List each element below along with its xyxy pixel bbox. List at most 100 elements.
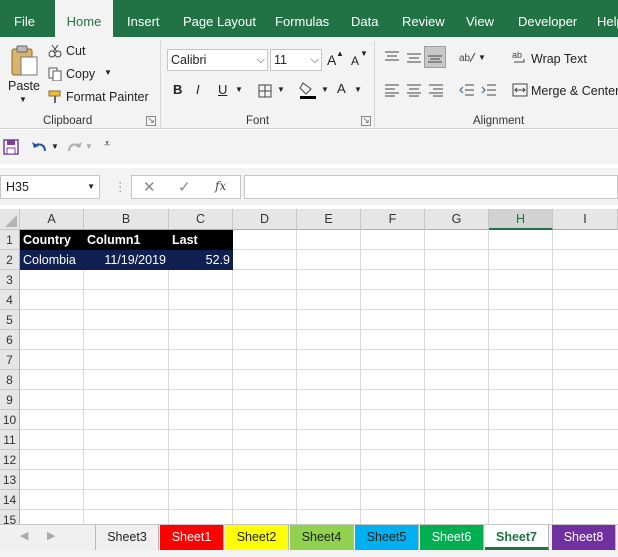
tab-file[interactable]: File [14,0,35,37]
fill-color-dropdown-icon[interactable]: ▼ [321,85,329,94]
align-right-icon[interactable] [428,83,444,97]
column-header-c[interactable]: C [169,209,233,230]
redo-dropdown-icon[interactable]: ▼ [85,142,93,151]
sheet-tab-sheet4[interactable]: Sheet4 [290,525,354,550]
borders-icon[interactable] [258,84,272,98]
scroll-tabs-right-icon[interactable]: ▶ [47,529,55,542]
column-header-b[interactable]: B [84,209,169,230]
cell-b1[interactable]: Column1 [84,230,169,250]
row-header-10[interactable]: 10 [0,410,20,430]
cell-c1[interactable]: Last [169,230,233,250]
row-header-4[interactable]: 4 [0,290,20,310]
column-header-e[interactable]: E [297,209,361,230]
formula-input[interactable] [244,175,618,199]
shrink-font-button[interactable]: A [351,54,359,68]
cell-a2[interactable]: Colombia [20,250,84,270]
row-header-2[interactable]: 2 [0,250,20,270]
worksheet-grid[interactable]: A B C D E F G H I 1 2 3 4 5 6 7 8 9 10 1… [0,209,618,524]
italic-button[interactable]: I [196,82,200,97]
row-header-6[interactable]: 6 [0,330,20,350]
row-header-13[interactable]: 13 [0,470,20,490]
font-launcher-icon[interactable]: ↘ [361,116,371,126]
select-all-corner[interactable] [0,209,20,230]
cut-button[interactable]: Cut [66,44,85,58]
align-left-icon[interactable] [384,83,400,97]
copy-dropdown-icon[interactable]: ▼ [104,68,112,77]
gridline [168,230,169,524]
underline-button[interactable]: U [218,82,227,97]
insert-function-icon[interactable]: fx [215,179,226,193]
paste-button[interactable]: Paste ▼ [4,43,42,109]
redo-icon[interactable] [65,139,83,155]
undo-icon[interactable] [31,139,49,155]
row-header-8[interactable]: 8 [0,370,20,390]
scroll-tabs-left-icon[interactable]: ◀ [20,529,28,542]
row-header-9[interactable]: 9 [0,390,20,410]
column-header-g[interactable]: G [425,209,489,230]
gridline [360,230,361,524]
enter-icon[interactable]: ✓ [178,178,191,196]
font-size-select[interactable]: 11 ⌵ [270,49,322,71]
tab-help[interactable]: Help [597,0,618,37]
row-header-3[interactable]: 3 [0,270,20,290]
font-color-dropdown-icon[interactable]: ▼ [354,85,362,94]
column-header-h[interactable]: H [489,209,553,230]
borders-dropdown-icon[interactable]: ▼ [277,85,285,94]
row-header-11[interactable]: 11 [0,430,20,450]
clipboard-launcher-icon[interactable]: ↘ [146,116,156,126]
tab-data[interactable]: Data [351,0,378,37]
paste-dropdown-icon[interactable]: ▼ [19,95,27,104]
wrap-text-button[interactable]: Wrap Text [531,52,587,66]
tab-page-layout[interactable]: Page Layout [183,0,256,37]
align-bottom-button[interactable] [424,46,446,68]
undo-dropdown-icon[interactable]: ▼ [51,142,59,151]
row-header-5[interactable]: 5 [0,310,20,330]
sheet-tab-sheet1[interactable]: Sheet1 [160,525,224,550]
row-header-15[interactable]: 15 [0,510,20,524]
name-box[interactable]: H35 ▼ [0,175,100,199]
tab-view[interactable]: View [466,0,494,37]
gridline [20,509,618,510]
underline-dropdown-icon[interactable]: ▼ [235,85,243,94]
cell-c2[interactable]: 52.9 [169,250,233,270]
fill-color-icon[interactable] [299,81,317,99]
tab-review[interactable]: Review [402,0,445,37]
sheet-tab-sheet8[interactable]: Sheet8 [552,525,616,550]
row-header-14[interactable]: 14 [0,490,20,510]
align-middle-icon[interactable] [406,50,422,64]
column-header-d[interactable]: D [233,209,297,230]
tab-formulas[interactable]: Formulas [275,0,329,37]
save-icon[interactable] [3,139,19,155]
cancel-icon[interactable]: ✕ [143,178,156,196]
cell-a1[interactable]: Country [20,230,84,250]
format-painter-button[interactable]: Format Painter [66,90,149,104]
sheet-tab-sheet2[interactable]: Sheet2 [225,525,289,550]
column-header-a[interactable]: A [20,209,84,230]
bold-button[interactable]: B [173,82,182,97]
merge-center-button[interactable]: Merge & Center [531,84,618,98]
row-header-7[interactable]: 7 [0,350,20,370]
tab-home[interactable]: Home [55,0,113,37]
tab-developer[interactable]: Developer [518,0,577,37]
decrease-indent-icon[interactable] [459,83,475,97]
column-header-i[interactable]: I [553,209,618,230]
cell-b2[interactable]: 11/19/2019 [84,250,169,270]
tab-insert[interactable]: Insert [127,0,160,37]
row-header-12[interactable]: 12 [0,450,20,470]
column-header-f[interactable]: F [361,209,425,230]
sheet-tab-sheet5[interactable]: Sheet5 [355,525,419,550]
copy-button[interactable]: Copy [66,67,95,81]
sheet-tab-sheet7[interactable]: Sheet7 [485,525,549,550]
font-color-button[interactable]: A [337,81,346,96]
customize-toolbar-icon[interactable]: ⩡ [104,138,110,151]
orientation-icon[interactable]: ab [458,50,476,64]
grow-font-button[interactable]: A [327,52,336,68]
font-name-select[interactable]: Calibri ⌵ [167,49,268,71]
sheet-tab-sheet6[interactable]: Sheet6 [420,525,484,550]
row-header-1[interactable]: 1 [0,230,20,250]
orientation-dropdown-icon[interactable]: ▼ [478,53,486,62]
align-top-icon[interactable] [384,50,400,64]
sheet-tab-sheet3[interactable]: Sheet3 [95,525,159,550]
increase-indent-icon[interactable] [481,83,497,97]
align-center-icon[interactable] [406,83,422,97]
